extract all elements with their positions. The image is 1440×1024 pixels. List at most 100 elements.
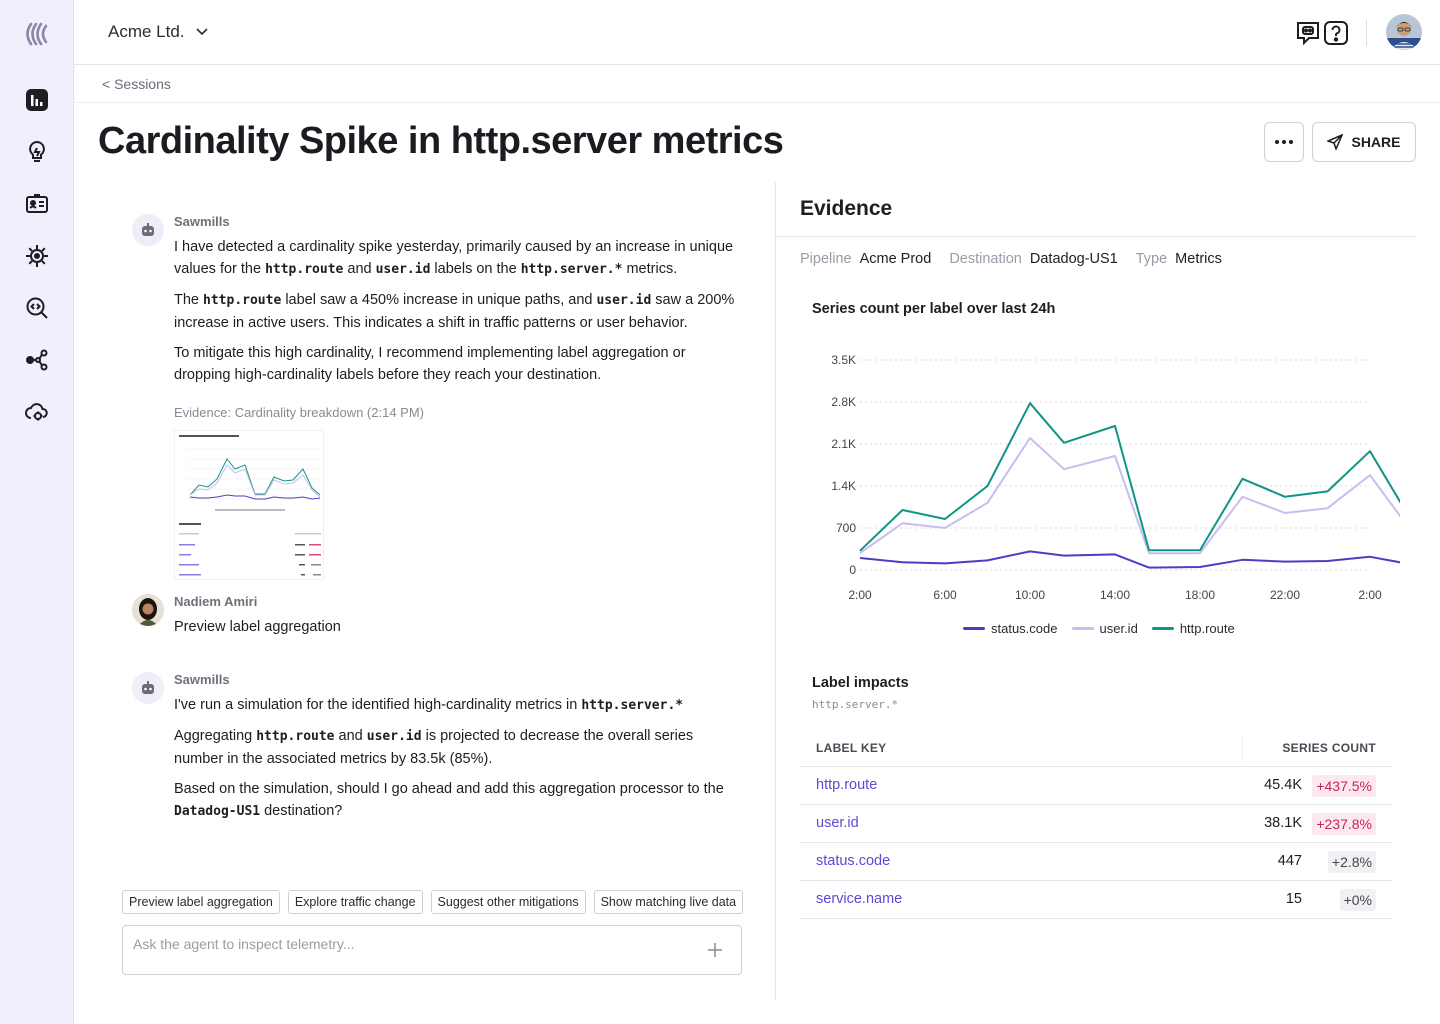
table-header: LABEL KEY SERIES COUNT bbox=[800, 729, 1392, 767]
breadcrumb-bar: < Sessions bbox=[74, 65, 1440, 103]
table-row: user.id 38.1K +237.8% bbox=[800, 805, 1392, 843]
text: The bbox=[174, 292, 204, 308]
chevron-down-icon bbox=[195, 28, 208, 36]
legend-label: status.code bbox=[991, 621, 1058, 636]
dashboard-icon[interactable] bbox=[23, 86, 51, 114]
meta-key: Type bbox=[1135, 251, 1168, 267]
message-input[interactable] bbox=[133, 932, 693, 956]
chart-legend: status.code user.id http.route bbox=[963, 621, 1235, 636]
message-composer bbox=[122, 925, 742, 975]
evidence-attachment-label: Evidence: Cardinality breakdown (2:14 PM… bbox=[174, 405, 425, 420]
y-tick-label: 700 bbox=[836, 521, 856, 535]
text: label saw a 450% increase in unique path… bbox=[281, 292, 597, 308]
message-body: Preview label aggregation bbox=[174, 619, 341, 635]
text: labels on the bbox=[430, 261, 521, 277]
column-header-series-count[interactable]: SERIES COUNT bbox=[1282, 741, 1376, 755]
code-span: user.id bbox=[366, 729, 422, 744]
lightbulb-icon[interactable] bbox=[23, 138, 51, 166]
series-line-http-route bbox=[859, 402, 1400, 552]
plus-icon[interactable] bbox=[705, 940, 725, 960]
text: Based on the simulation, should I go ahe… bbox=[174, 781, 724, 797]
series-count-chart: 0 700 1.4K 2.1K 2.8K 3.5K 2:00 6:00 10:00 14:00 18… bbox=[831, 353, 1400, 602]
series-line-user-id bbox=[859, 437, 1400, 555]
text: and bbox=[343, 261, 376, 277]
help-icon[interactable] bbox=[1322, 19, 1350, 47]
code-span: http.route bbox=[256, 729, 335, 744]
suggestion-chip[interactable]: Suggest other mitigations bbox=[430, 890, 586, 914]
user-avatar-icon bbox=[132, 594, 164, 626]
ellipsis-icon bbox=[1275, 140, 1293, 144]
x-tick-label: 18:00 bbox=[1185, 588, 1215, 602]
label-key-link[interactable]: service.name bbox=[816, 891, 902, 907]
send-icon bbox=[1327, 134, 1344, 150]
label-key-link[interactable]: http.route bbox=[816, 777, 877, 793]
page-title: Cardinality Spike in http.server metrics bbox=[98, 120, 784, 162]
evidence-divider bbox=[776, 236, 1416, 237]
evidence-title: Evidence bbox=[800, 197, 893, 220]
top-bar: Acme Ltd. bbox=[74, 0, 1440, 65]
label-key-link[interactable]: status.code bbox=[816, 853, 890, 869]
meta-destination: Destination Datadog-US1 bbox=[949, 251, 1117, 267]
x-tick-label: 2:00 bbox=[1358, 588, 1382, 602]
share-button[interactable]: SHARE bbox=[1312, 122, 1416, 162]
code-span: http.route bbox=[203, 293, 282, 308]
topbar-separator bbox=[1366, 20, 1367, 46]
label-key-link[interactable]: user.id bbox=[816, 815, 859, 831]
x-tick-label: 14:00 bbox=[1100, 588, 1130, 602]
meta-value: Metrics bbox=[1175, 251, 1222, 267]
x-tick-label: 22:00 bbox=[1270, 588, 1300, 602]
chart-title: Series count per label over last 24h bbox=[812, 301, 1056, 317]
column-header-label-key[interactable]: LABEL KEY bbox=[816, 741, 887, 755]
message-body: I've run a simulation for the identified… bbox=[174, 694, 744, 831]
code-span: http.server.* bbox=[520, 262, 623, 277]
meta-value: Acme Prod bbox=[859, 251, 932, 267]
bot-avatar-icon bbox=[132, 672, 164, 704]
legend-label: http.route bbox=[1179, 621, 1235, 636]
suggestion-chip[interactable]: Explore traffic change bbox=[287, 890, 423, 914]
series-count: 45.4K bbox=[1264, 777, 1302, 793]
message-author: Sawmills bbox=[174, 672, 230, 687]
breadcrumb-back-link[interactable]: < Sessions bbox=[102, 76, 171, 92]
message-paragraph: Based on the simulation, should I go ahe… bbox=[174, 778, 744, 823]
agent-chat-icon[interactable] bbox=[1294, 19, 1322, 47]
brand-logo-icon[interactable] bbox=[22, 20, 52, 48]
suggestion-chips: Preview label aggregation Explore traffi… bbox=[122, 890, 744, 914]
processor-icon[interactable] bbox=[23, 242, 51, 270]
suggestion-chip[interactable]: Show matching live data bbox=[593, 890, 744, 914]
code-span: http.server.* bbox=[581, 698, 684, 713]
text: destination? bbox=[260, 803, 343, 819]
cloud-settings-icon[interactable] bbox=[23, 398, 51, 426]
message-paragraph: I've run a simulation for the identified… bbox=[174, 694, 744, 717]
inspect-search-icon[interactable] bbox=[23, 294, 51, 322]
user-avatar[interactable] bbox=[1386, 14, 1422, 50]
legend-swatch bbox=[963, 627, 985, 630]
message-body: I have detected a cardinality spike yest… bbox=[174, 236, 744, 580]
evidence-thumbnail[interactable] bbox=[174, 430, 324, 580]
delta-badge: +237.8% bbox=[1312, 813, 1376, 835]
meta-key: Pipeline bbox=[800, 251, 852, 267]
text: metrics. bbox=[622, 261, 678, 277]
pipeline-icon[interactable] bbox=[23, 346, 51, 374]
legend-item: status.code bbox=[963, 621, 1058, 636]
series-line-status-code bbox=[859, 550, 1400, 569]
text: and bbox=[334, 728, 367, 744]
more-options-button[interactable] bbox=[1264, 122, 1304, 162]
message-author: Sawmills bbox=[174, 214, 230, 229]
series-count: 15 bbox=[1285, 891, 1302, 907]
meta-pipeline: Pipeline Acme Prod bbox=[800, 251, 931, 267]
delta-badge: +0% bbox=[1339, 889, 1376, 911]
legend-swatch bbox=[1071, 627, 1094, 630]
org-switcher[interactable]: Acme Ltd. bbox=[108, 22, 209, 42]
label-impacts-subtitle: http.server.* bbox=[812, 698, 899, 711]
suggestion-chip[interactable]: Preview label aggregation bbox=[122, 890, 280, 914]
message-author: Nadiem Amiri bbox=[174, 594, 258, 609]
table-row: service.name 15 +0% bbox=[800, 881, 1392, 919]
label-impacts-table: LABEL KEY SERIES COUNT http.route 45.4K … bbox=[800, 729, 1392, 919]
y-tick-label: 2.8K bbox=[831, 395, 856, 409]
share-label: SHARE bbox=[1351, 134, 1401, 150]
code-span: Datadog-US1 bbox=[174, 804, 261, 819]
meta-key: Destination bbox=[949, 251, 1022, 267]
id-card-icon[interactable] bbox=[23, 190, 51, 218]
delta-badge: +437.5% bbox=[1312, 775, 1376, 797]
table-row: status.code 447 +2.8% bbox=[800, 843, 1392, 881]
